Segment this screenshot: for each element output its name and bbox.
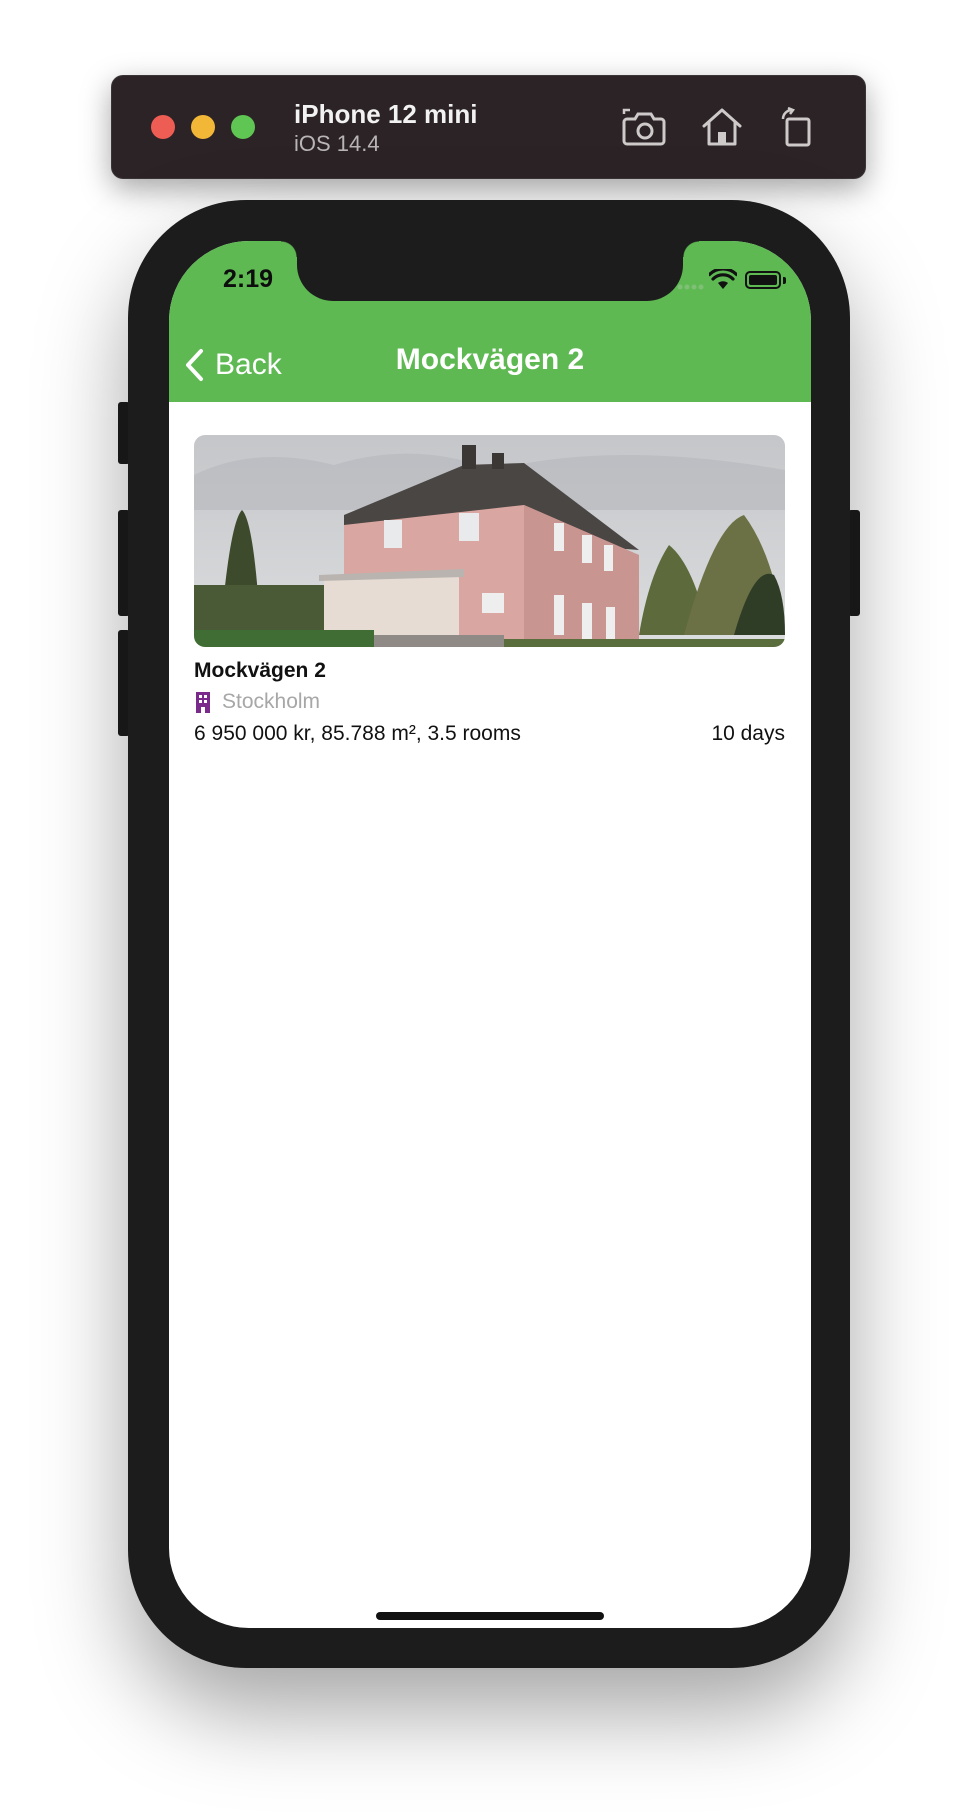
screenshot-icon (622, 108, 666, 146)
listing-city: Stockholm (222, 690, 321, 713)
rotate-button[interactable] (773, 105, 819, 149)
zoom-window-button[interactable] (231, 115, 255, 139)
cellular-signal-icon (677, 284, 704, 290)
wifi-icon (709, 269, 737, 289)
minimize-window-button[interactable] (191, 115, 215, 139)
listing-details: 6 950 000 kr, 85.788 m², 3.5 rooms (194, 722, 521, 745)
rotate-icon (781, 106, 811, 147)
building-icon (196, 692, 210, 713)
device-notch (281, 241, 699, 301)
page-title: Mockvägen 2 (395, 343, 585, 376)
os-version: iOS 14.4 (294, 131, 380, 156)
listing-location: Stockholm (194, 690, 320, 714)
screenshot-button[interactable] (621, 105, 667, 149)
battery-icon (745, 271, 781, 289)
battery-tip (783, 277, 786, 284)
simulator-window: iPhone 12 mini iOS 14.4 2:19 Back Mockvä… (0, 0, 978, 1818)
listing-photo[interactable] (194, 435, 785, 647)
listing-age: 10 days (711, 722, 785, 745)
home-icon (702, 108, 742, 146)
listing-title: Mockvägen 2 (194, 659, 326, 682)
house-photo-image (194, 435, 785, 647)
device-screen: 2:19 Back Mockvägen 2 Mockvägen 2 Stockh… (169, 241, 811, 1628)
close-window-button[interactable] (151, 115, 175, 139)
status-time: 2:19 (223, 265, 274, 293)
battery-level (749, 275, 777, 285)
simulator-toolbar: iPhone 12 mini iOS 14.4 (111, 75, 866, 179)
device-name: iPhone 12 mini (294, 99, 478, 129)
home-button[interactable] (699, 105, 745, 149)
home-indicator[interactable] (376, 1612, 604, 1620)
